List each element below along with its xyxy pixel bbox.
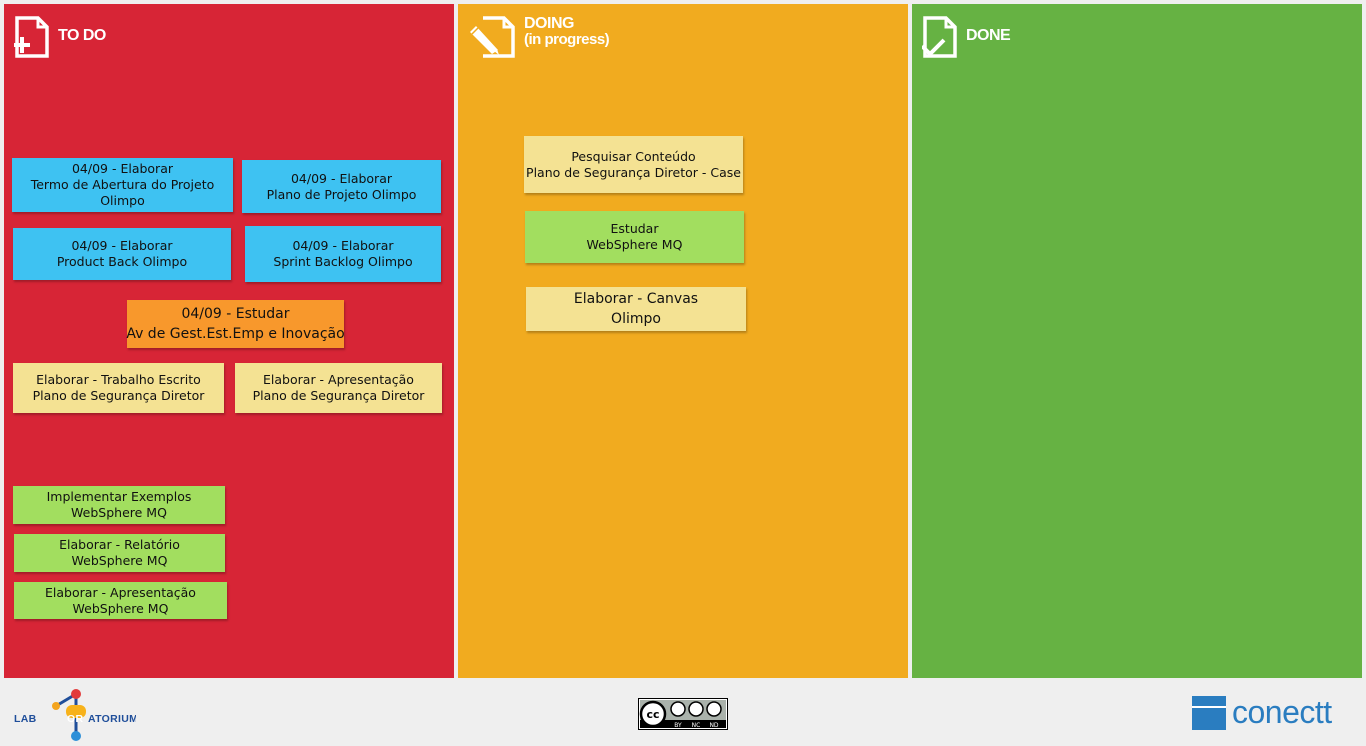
note-line: 04/09 - Estudar: [181, 306, 290, 322]
note-line: Av de Gest.Est.Emp e Inovação: [126, 326, 345, 342]
check-document-icon: [922, 16, 957, 58]
task-note[interactable]: 04/09 - Elaborar Product Back Olimpo: [13, 228, 231, 280]
note-line: 04/09 - Elaborar: [71, 161, 174, 176]
note-line: 04/09 - Elaborar: [290, 170, 393, 186]
note-line: Elaborar - Relatório: [59, 537, 180, 552]
task-note[interactable]: Implementar Exemplos WebSphere MQ: [13, 486, 225, 524]
note-line: Plano de Projeto Olimpo: [266, 186, 417, 202]
new-document-icon: [14, 16, 49, 58]
cc-by-label: BY: [674, 722, 682, 729]
task-note[interactable]: Elaborar - Apresentação WebSphere MQ: [14, 582, 227, 619]
note-line: 04/09 - Elaborar: [292, 238, 394, 253]
column-header-todo: TO DO: [14, 16, 106, 58]
column-title-doing: DOING (in progress): [524, 15, 610, 48]
cc-nc-label: NC: [692, 722, 701, 729]
column-title-todo: TO DO: [58, 27, 106, 44]
note-line: WebSphere MQ: [586, 237, 683, 252]
note-line: Termo de Abertura do Projeto: [30, 177, 215, 192]
note-line: Elaborar - Canvas: [573, 291, 699, 307]
note-line: Olimpo: [611, 311, 661, 327]
conectt-logo: conectt: [1192, 694, 1332, 731]
footer: LAB OR ATORIUM cc BY NC ND conectt: [0, 678, 1366, 746]
note-line: Implementar Exemplos: [46, 489, 192, 504]
column-todo: TO DO 04/09 - Elaborar Termo de Abertura…: [4, 4, 454, 678]
note-line: WebSphere MQ: [71, 553, 168, 568]
task-note[interactable]: 04/09 - Estudar Av de Gest.Est.Emp e Ino…: [126, 300, 345, 348]
column-header-doing: DOING (in progress): [468, 15, 610, 58]
column-header-done: DONE: [922, 16, 1011, 58]
column-done: DONE: [912, 4, 1362, 678]
conectt-logo-mark: [1192, 695, 1226, 730]
note-line: Plano de Segurança Diretor - Case: [526, 164, 741, 180]
edit-document-icon: [470, 16, 515, 58]
task-note[interactable]: Estudar WebSphere MQ: [525, 211, 744, 263]
task-note[interactable]: Elaborar - Canvas Olimpo: [526, 287, 746, 331]
task-note[interactable]: 04/09 - Elaborar Plano de Projeto Olimpo: [242, 160, 441, 213]
column-subtitle-doing: (in progress): [524, 31, 610, 48]
note-line: Elaborar - Trabalho Escrito: [36, 372, 201, 387]
note-line: WebSphere MQ: [71, 505, 167, 520]
creative-commons-badge: cc BY NC ND: [638, 698, 728, 730]
note-line: Elaborar - Apresentação: [263, 372, 414, 387]
note-line: Estudar: [610, 221, 659, 236]
svg-text:LABORATORIUM: LAB OR ATORIUM: [14, 713, 136, 725]
task-note[interactable]: 04/09 - Elaborar Sprint Backlog Olimpo: [245, 226, 441, 282]
svg-text:cc: cc: [646, 708, 659, 721]
note-line: Plano de Segurança Diretor: [252, 388, 425, 403]
note-line: Plano de Segurança Diretor: [32, 388, 205, 403]
note-line: Product Back Olimpo: [56, 254, 188, 269]
note-line: WebSphere MQ: [72, 600, 169, 616]
note-line: Elaborar - Apresentação: [45, 584, 196, 600]
note-line: Pesquisar Conteúdo: [571, 148, 696, 164]
task-note[interactable]: Elaborar - Relatório WebSphere MQ: [14, 534, 225, 572]
column-doing: DOING (in progress) Pesquisar Conteúdo P…: [458, 4, 908, 678]
task-note[interactable]: Pesquisar Conteúdo Plano de Segurança Di…: [524, 136, 743, 193]
task-note[interactable]: Elaborar - Apresentação Plano de Seguran…: [235, 363, 442, 413]
task-note[interactable]: Elaborar - Trabalho Escrito Plano de Seg…: [13, 363, 224, 413]
column-title-doing-main: DOING: [524, 15, 574, 32]
note-line: Olimpo: [100, 193, 145, 208]
cc-nd-label: ND: [709, 722, 718, 729]
column-title-done: DONE: [966, 27, 1011, 44]
note-line: 04/09 - Elaborar: [71, 238, 173, 253]
laboratorium-logo: LAB OR ATORIUM: [14, 689, 136, 741]
task-note[interactable]: 04/09 - Elaborar Termo de Abertura do Pr…: [12, 158, 233, 212]
note-line: Sprint Backlog Olimpo: [273, 254, 413, 269]
conectt-wordmark: conectt: [1232, 694, 1332, 730]
